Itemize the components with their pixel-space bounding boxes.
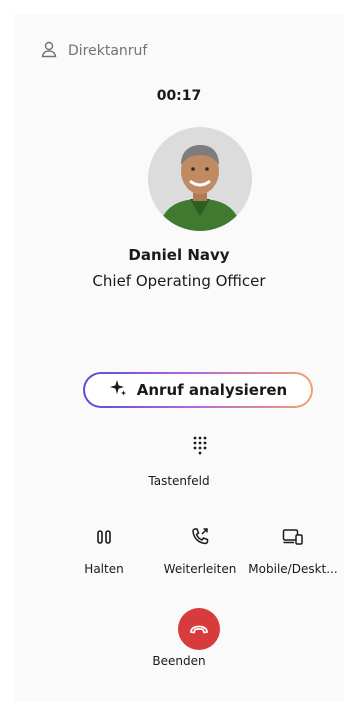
end-call-button[interactable] — [178, 608, 220, 650]
call-timer: 00:17 — [156, 88, 202, 104]
dialpad-icon — [190, 436, 210, 460]
keypad-label: Tastenfeld — [148, 474, 210, 488]
device-switch-button[interactable]: Mobile/Deskt... — [246, 526, 340, 576]
call-panel: Direktanruf — [14, 14, 344, 702]
analyze-call-label: Anruf analysieren — [136, 381, 288, 399]
hang-up-icon — [189, 620, 209, 639]
keypad-button[interactable] — [178, 432, 222, 460]
devices-icon — [282, 528, 304, 550]
contact-name: Daniel Navy — [128, 246, 230, 264]
hold-button[interactable]: Halten — [74, 526, 134, 576]
sparkle-icon — [109, 379, 137, 401]
device-switch-label: Mobile/Deskt... — [248, 562, 338, 576]
transfer-label: Weiterleiten — [163, 562, 237, 576]
analyze-call-button[interactable]: Anruf analysieren — [83, 372, 313, 408]
hold-label: Halten — [84, 562, 124, 576]
call-type-header: Direktanruf — [40, 40, 147, 62]
person-icon — [40, 40, 68, 62]
pause-icon — [96, 528, 112, 550]
end-call-label: Beenden — [152, 654, 206, 668]
transfer-button[interactable]: Weiterleiten — [159, 526, 241, 576]
contact-title: Chief Operating Officer — [92, 272, 266, 290]
transfer-phone-icon — [190, 527, 210, 551]
avatar — [148, 127, 252, 231]
call-type-label: Direktanruf — [68, 43, 148, 59]
